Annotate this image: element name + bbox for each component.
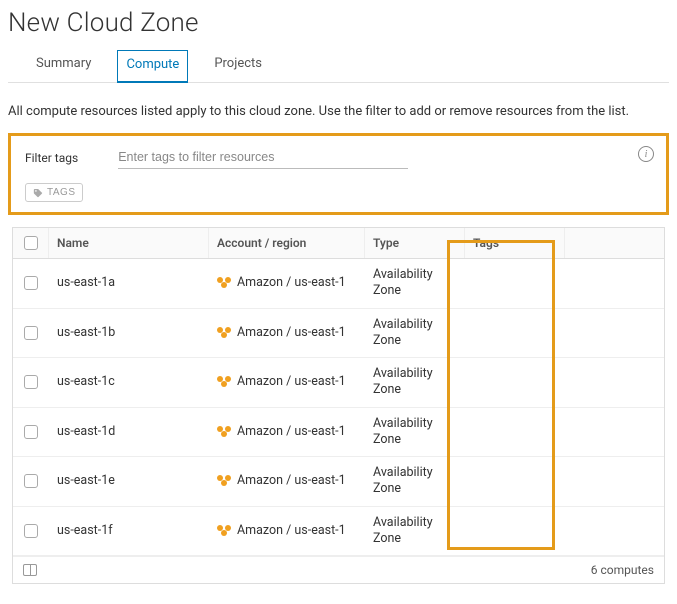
row-account-label: Amazon / us-east-1 — [237, 424, 346, 440]
tags-button-label: TAGS — [47, 187, 75, 198]
row-spacer-cell — [565, 408, 664, 457]
table-row[interactable]: us-east-1b Amazon / us-east-1 Availability… — [13, 309, 664, 359]
aws-icon — [217, 525, 231, 537]
row-tags-cell — [465, 457, 565, 506]
tab-projects[interactable]: Projects — [206, 50, 270, 82]
table-header-row: Name Account / region Type Tags — [13, 228, 664, 259]
row-name-cell: us-east-1a — [49, 259, 209, 308]
row-account-label: Amazon / us-east-1 — [237, 275, 346, 291]
row-name-cell: us-east-1b — [49, 309, 209, 358]
row-checkbox-cell — [13, 259, 49, 308]
row-checkbox-cell — [13, 408, 49, 457]
row-account-label: Amazon / us-east-1 — [237, 325, 346, 341]
filter-tags-input[interactable] — [118, 146, 408, 169]
row-account-label: Amazon / us-east-1 — [237, 374, 346, 390]
row-name-cell: us-east-1c — [49, 358, 209, 407]
header-checkbox-cell — [13, 228, 49, 258]
row-checkbox[interactable] — [24, 375, 38, 389]
filter-tags-label: Filter tags — [25, 151, 78, 165]
row-type-cell: Availability Zone — [365, 259, 465, 308]
row-tags-cell — [465, 309, 565, 358]
row-count-label: 6 computes — [591, 563, 654, 577]
row-tags-cell — [465, 358, 565, 407]
table-row[interactable]: us-east-1d Amazon / us-east-1 Availability… — [13, 408, 664, 458]
row-tags-cell — [465, 259, 565, 308]
column-toggle-button[interactable] — [23, 564, 37, 576]
compute-table: Name Account / region Type Tags us-east-… — [12, 227, 665, 584]
table-row[interactable]: us-east-1c Amazon / us-east-1 Availability… — [13, 358, 664, 408]
row-account-cell: Amazon / us-east-1 — [209, 358, 365, 407]
aws-icon — [217, 376, 231, 388]
table-footer: 6 computes — [13, 556, 664, 583]
row-spacer-cell — [565, 457, 664, 506]
row-type-cell: Availability Zone — [365, 358, 465, 407]
row-spacer-cell — [565, 309, 664, 358]
tab-bar: Summary Compute Projects — [8, 50, 669, 83]
aws-icon — [217, 475, 231, 487]
row-checkbox[interactable] — [24, 326, 38, 340]
column-header-type[interactable]: Type — [365, 228, 465, 258]
tab-compute[interactable]: Compute — [117, 50, 188, 83]
table-row[interactable]: us-east-1a Amazon / us-east-1 Availability… — [13, 259, 664, 309]
row-spacer-cell — [565, 259, 664, 308]
aws-icon — [217, 327, 231, 339]
select-all-checkbox[interactable] — [24, 236, 38, 250]
filter-panel: Filter tags i TAGS — [8, 133, 669, 215]
column-header-account-region[interactable]: Account / region — [209, 228, 365, 258]
table-row[interactable]: us-east-1f Amazon / us-east-1 Availability… — [13, 507, 664, 557]
row-account-label: Amazon / us-east-1 — [237, 473, 346, 489]
row-checkbox-cell — [13, 358, 49, 407]
row-checkbox-cell — [13, 309, 49, 358]
row-account-cell: Amazon / us-east-1 — [209, 259, 365, 308]
row-name-cell: us-east-1e — [49, 457, 209, 506]
row-checkbox-cell — [13, 507, 49, 556]
row-spacer-cell — [565, 507, 664, 556]
column-header-name[interactable]: Name — [49, 228, 209, 258]
column-header-tags[interactable]: Tags — [465, 228, 565, 258]
tags-button[interactable]: TAGS — [25, 183, 83, 202]
row-checkbox[interactable] — [24, 524, 38, 538]
aws-icon — [217, 277, 231, 289]
row-type-cell: Availability Zone — [365, 408, 465, 457]
row-account-cell: Amazon / us-east-1 — [209, 457, 365, 506]
row-checkbox[interactable] — [24, 425, 38, 439]
row-type-cell: Availability Zone — [365, 507, 465, 556]
row-account-cell: Amazon / us-east-1 — [209, 507, 365, 556]
row-type-cell: Availability Zone — [365, 309, 465, 358]
row-checkbox[interactable] — [24, 474, 38, 488]
column-header-spacer — [565, 228, 664, 258]
row-spacer-cell — [565, 358, 664, 407]
aws-icon — [217, 426, 231, 438]
tag-icon — [33, 188, 43, 198]
row-tags-cell — [465, 408, 565, 457]
compute-description: All compute resources listed apply to th… — [8, 103, 669, 121]
page-title: New Cloud Zone — [8, 8, 669, 38]
row-account-cell: Amazon / us-east-1 — [209, 309, 365, 358]
row-account-label: Amazon / us-east-1 — [237, 523, 346, 539]
row-tags-cell — [465, 507, 565, 556]
row-checkbox-cell — [13, 457, 49, 506]
row-account-cell: Amazon / us-east-1 — [209, 408, 365, 457]
row-name-cell: us-east-1f — [49, 507, 209, 556]
row-type-cell: Availability Zone — [365, 457, 465, 506]
tab-summary[interactable]: Summary — [28, 50, 99, 82]
row-checkbox[interactable] — [24, 276, 38, 290]
row-name-cell: us-east-1d — [49, 408, 209, 457]
table-row[interactable]: us-east-1e Amazon / us-east-1 Availability… — [13, 457, 664, 507]
